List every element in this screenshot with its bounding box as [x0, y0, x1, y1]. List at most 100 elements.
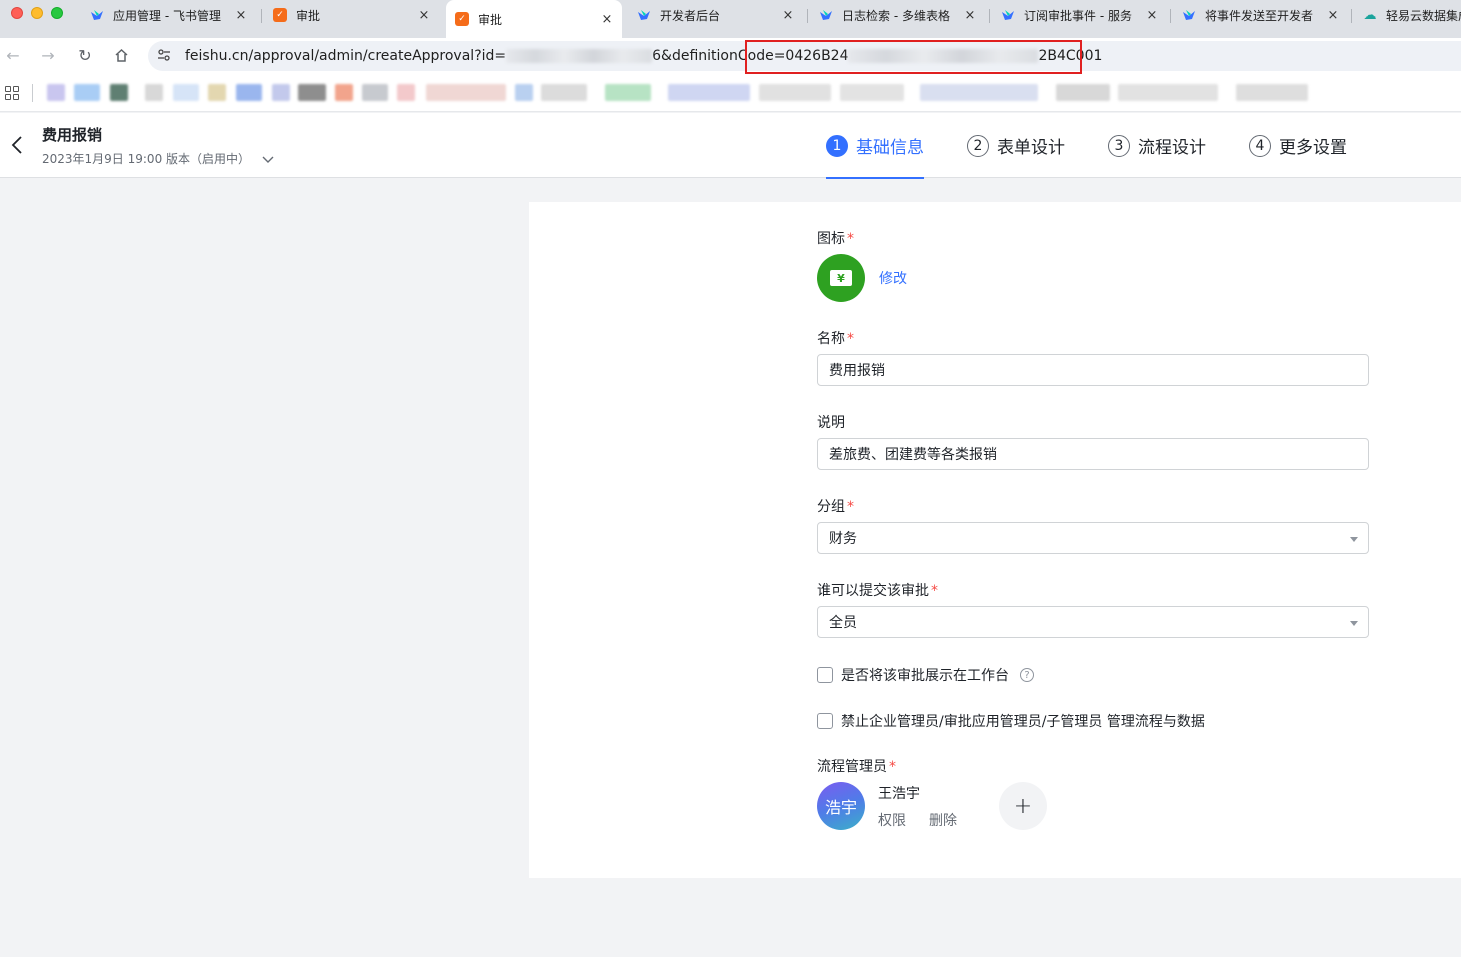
- page-title: 费用报销: [42, 126, 103, 144]
- step-process-design[interactable]: 3 流程设计: [1108, 113, 1206, 178]
- close-icon[interactable]: ×: [963, 8, 977, 23]
- bookmark-item[interactable]: [236, 84, 262, 101]
- bookmark-item[interactable]: [298, 84, 326, 101]
- browser-tab[interactable]: 应用管理 - 飞书管理 ×: [90, 0, 248, 30]
- bookmark-item[interactable]: [1236, 84, 1308, 101]
- bookmark-item[interactable]: [840, 84, 904, 101]
- tab-label: 订阅审批事件 - 服务: [1024, 8, 1132, 23]
- redacted-text: [506, 49, 653, 63]
- bookmark-item[interactable]: [208, 84, 226, 101]
- tab-separator: [989, 9, 990, 23]
- back-arrow-icon[interactable]: [9, 135, 25, 155]
- description-input[interactable]: 差旅费、团建费等各类报销: [817, 438, 1369, 470]
- help-icon[interactable]: ?: [1020, 668, 1034, 682]
- caret-down-icon: [1350, 537, 1358, 542]
- caret-down-icon: [1350, 621, 1358, 626]
- reload-icon[interactable]: ↻: [76, 46, 94, 65]
- add-admin-button[interactable]: +: [999, 782, 1047, 830]
- step-more-settings[interactable]: 4 更多设置: [1249, 113, 1347, 178]
- close-icon[interactable]: ×: [1326, 8, 1340, 23]
- submitter-label: 谁可以提交该审批 *: [817, 583, 938, 599]
- bookmark-item[interactable]: [920, 84, 1038, 101]
- bookmark-item[interactable]: [335, 84, 353, 101]
- step-number: 4: [1249, 134, 1271, 157]
- tab-label: 开发者后台: [660, 8, 721, 23]
- submitter-select[interactable]: 全员: [817, 606, 1369, 638]
- bookmark-item[interactable]: [759, 84, 831, 101]
- bookmark-item[interactable]: [515, 84, 533, 101]
- approval-header: 费用报销 2023年1月9日 19:00 版本（启用中） 1 基础信息 2 表单…: [0, 113, 1461, 179]
- bookmark-item[interactable]: [74, 84, 100, 101]
- bookmark-item[interactable]: [173, 84, 199, 101]
- window-minimize-button[interactable]: [31, 7, 43, 19]
- browser-tab-strip: 应用管理 - 飞书管理 × ✓ 审批 × ✓ 审批 × 开发者后台 × 日志检索…: [0, 0, 1461, 38]
- bookmark-item[interactable]: [362, 84, 388, 101]
- yen-card-icon: ¥: [830, 270, 852, 286]
- close-icon[interactable]: ×: [781, 8, 795, 23]
- group-value: 财务: [829, 531, 857, 547]
- cloud-icon: ☁: [1363, 7, 1377, 23]
- icon-label: 图标 *: [817, 231, 854, 247]
- browser-tab[interactable]: 订阅审批事件 - 服务 ×: [1001, 0, 1159, 30]
- modify-icon-link[interactable]: 修改: [879, 268, 907, 288]
- required-mark: *: [847, 499, 854, 515]
- forward-icon[interactable]: →: [39, 46, 57, 65]
- step-number: 3: [1108, 134, 1130, 157]
- close-icon[interactable]: ×: [600, 12, 614, 27]
- feishu-icon: [1182, 8, 1196, 22]
- browser-tab-active[interactable]: ✓ 审批 ×: [446, 0, 622, 38]
- browser-tab[interactable]: 开发者后台 ×: [637, 0, 795, 30]
- show-workbench-checkbox[interactable]: [817, 667, 833, 683]
- version-selector[interactable]: 2023年1月9日 19:00 版本（启用中）: [42, 150, 274, 167]
- step-form-design[interactable]: 2 表单设计: [967, 113, 1065, 178]
- group-select[interactable]: 财务: [817, 522, 1369, 554]
- browser-tab[interactable]: ✓ 审批 ×: [273, 0, 431, 30]
- browser-tab[interactable]: ☁ 轻易云数据集成: [1363, 0, 1461, 30]
- bookmark-item[interactable]: [110, 84, 128, 101]
- feishu-icon: [90, 8, 104, 22]
- chevron-down-icon: [262, 153, 274, 165]
- admins-label: 流程管理员 *: [817, 759, 896, 775]
- apps-grid-icon[interactable]: [5, 86, 19, 100]
- site-settings-icon[interactable]: [157, 48, 173, 64]
- admin-name: 王浩宇: [878, 786, 920, 802]
- bookmark-item[interactable]: [605, 84, 651, 101]
- bookmark-item[interactable]: [397, 84, 415, 101]
- name-input[interactable]: 费用报销: [817, 354, 1369, 386]
- bookmarks-bar: [0, 74, 1461, 112]
- bookmark-item[interactable]: [272, 84, 290, 101]
- checkbox-label: 禁止企业管理员/审批应用管理员/子管理员 管理流程与数据: [841, 714, 1205, 730]
- forbid-admin-option: 禁止企业管理员/审批应用管理员/子管理员 管理流程与数据: [817, 711, 1205, 731]
- browser-tab[interactable]: 日志检索 - 多维表格 ×: [819, 0, 977, 30]
- required-mark: *: [889, 759, 896, 775]
- name-label: 名称 *: [817, 331, 854, 347]
- remove-admin-link[interactable]: 删除: [929, 810, 957, 830]
- permission-link[interactable]: 权限: [878, 810, 906, 830]
- window-zoom-button[interactable]: [51, 7, 63, 19]
- bookmark-item[interactable]: [1118, 84, 1218, 101]
- bookmark-item[interactable]: [1056, 84, 1110, 101]
- url-prefix: feishu.cn/approval/admin/createApproval?…: [185, 48, 507, 64]
- bookmark-item[interactable]: [47, 84, 65, 101]
- close-icon[interactable]: ×: [417, 8, 431, 23]
- close-icon[interactable]: ×: [234, 8, 248, 23]
- back-icon[interactable]: ←: [4, 46, 22, 65]
- tab-separator: [807, 9, 808, 23]
- bookmark-item[interactable]: [145, 84, 163, 101]
- step-tabs: 1 基础信息 2 表单设计 3 流程设计 4 更多设置: [826, 113, 1390, 179]
- approval-app-icon[interactable]: ¥: [817, 254, 865, 302]
- browser-tab[interactable]: 将事件发送至开发者 ×: [1182, 0, 1340, 30]
- home-icon[interactable]: [112, 46, 130, 64]
- window-close-button[interactable]: [11, 7, 23, 19]
- bookmark-item[interactable]: [668, 84, 750, 101]
- forbid-admin-checkbox[interactable]: [817, 713, 833, 729]
- bookmark-separator: [32, 84, 33, 102]
- close-icon[interactable]: ×: [1145, 8, 1159, 23]
- bookmark-item[interactable]: [541, 84, 587, 101]
- feishu-icon: [819, 8, 833, 22]
- step-basic-info[interactable]: 1 基础信息: [826, 113, 924, 179]
- bookmark-item[interactable]: [426, 84, 506, 101]
- version-label: 2023年1月9日 19:00 版本（启用中）: [42, 152, 251, 166]
- tab-label: 将事件发送至开发者: [1205, 8, 1314, 23]
- required-mark: *: [847, 231, 854, 247]
